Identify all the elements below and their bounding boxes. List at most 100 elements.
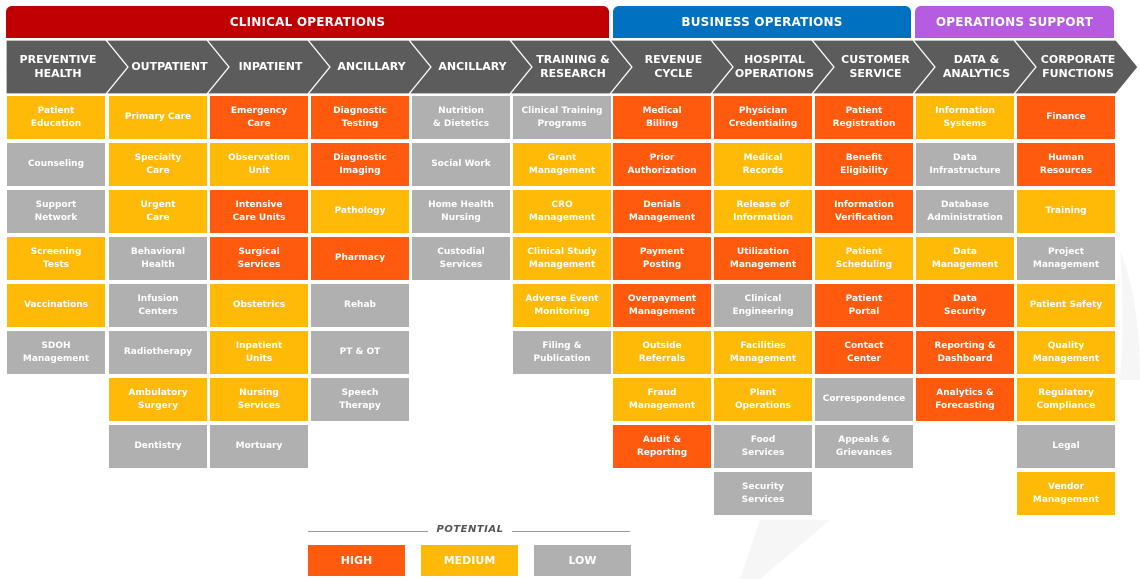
capability-tile: Finance — [1017, 96, 1115, 139]
capability-tile: Denials Management — [613, 190, 711, 233]
capability-tile: Intensive Care Units — [210, 190, 308, 233]
capability-tile: Screening Tests — [7, 237, 105, 280]
group-header-business-operations: BUSINESS OPERATIONS — [613, 6, 911, 38]
capability-tile: SDOH Management — [7, 331, 105, 374]
capability-tile: Analytics & Forecasting — [916, 378, 1014, 421]
legend-medium: MEDIUM — [421, 545, 518, 576]
capability-tile: Patient Portal — [815, 284, 913, 327]
legend-divider-right — [512, 531, 630, 532]
capability-tile: Plant Operations — [714, 378, 812, 421]
capability-tile: Human Resources — [1017, 143, 1115, 186]
capability-tile: PT & OT — [311, 331, 409, 374]
legend-title: POTENTIAL — [436, 524, 504, 535]
capability-tile: Clinical Engineering — [714, 284, 812, 327]
legend-label: LOW — [568, 554, 597, 567]
capability-tile: Utilization Management — [714, 237, 812, 280]
capability-tile: Quality Management — [1017, 331, 1115, 374]
capability-tile: Fraud Management — [613, 378, 711, 421]
capability-tile: Contact Center — [815, 331, 913, 374]
capability-tile: Observation Unit — [210, 143, 308, 186]
group-header-clinical-operations: CLINICAL OPERATIONS — [6, 6, 609, 38]
capability-tile: Emergency Care — [210, 96, 308, 139]
capability-tile: Vaccinations — [7, 284, 105, 327]
capability-tile: Primary Care — [109, 96, 207, 139]
capability-tile: Project Management — [1017, 237, 1115, 280]
capability-tile: Appeals & Grievances — [815, 425, 913, 468]
capability-tile: Pharmacy — [311, 237, 409, 280]
stage-title: INPATIENT — [238, 60, 303, 73]
capability-tile: Pathology — [311, 190, 409, 233]
legend-label: HIGH — [340, 554, 373, 567]
capability-tile: Food Services — [714, 425, 812, 468]
capability-tile: Surgical Services — [210, 237, 308, 280]
capability-tile: Medical Billing — [613, 96, 711, 139]
stage-title: OUTPATIENT — [131, 60, 208, 73]
capability-tile: Overpayment Management — [613, 284, 711, 327]
capability-tile: Urgent Care — [109, 190, 207, 233]
legend-high: HIGH — [308, 545, 405, 576]
capability-tile: Correspondence — [815, 378, 913, 421]
capability-tile: Data Management — [916, 237, 1014, 280]
capability-tile: Counseling — [7, 143, 105, 186]
capability-tile: Prior Authorization — [613, 143, 711, 186]
stage-title: DATA & ANALYTICS — [942, 53, 1011, 80]
stage-title: ANCILLARY — [438, 60, 507, 73]
capability-tile: Patient Registration — [815, 96, 913, 139]
stage-title: CORPORATE FUNCTIONS — [1040, 53, 1116, 80]
capability-tile: Information Systems — [916, 96, 1014, 139]
capability-tile: Social Work — [412, 143, 510, 186]
legend-divider-left — [308, 531, 428, 532]
group-header-label: BUSINESS OPERATIONS — [681, 15, 843, 29]
capability-tile: Patient Education — [7, 96, 105, 139]
capability-tile: Vendor Management — [1017, 472, 1115, 515]
capability-tile: Diagnostic Imaging — [311, 143, 409, 186]
capability-tile: Rehab — [311, 284, 409, 327]
capability-tile: Regulatory Compliance — [1017, 378, 1115, 421]
capability-tile: Nutrition & Dietetics — [412, 96, 510, 139]
capability-tile: CRO Management — [513, 190, 611, 233]
stage-title: ANCILLARY — [337, 60, 406, 73]
capability-tile: Database Administration — [916, 190, 1014, 233]
capability-tile: Information Verification — [815, 190, 913, 233]
legend-label: MEDIUM — [443, 554, 496, 567]
capability-tile: Training — [1017, 190, 1115, 233]
capability-tile: Clinical Study Management — [513, 237, 611, 280]
capability-tile: Outside Referrals — [613, 331, 711, 374]
capability-tile: Nursing Services — [210, 378, 308, 421]
capability-tile: Release of Information — [714, 190, 812, 233]
capability-tile: Dentistry — [109, 425, 207, 468]
stage-title: TRAINING & RESEARCH — [536, 53, 610, 80]
capability-tile: Radiotherapy — [109, 331, 207, 374]
capability-tile: Support Network — [7, 190, 105, 233]
stage-title: PREVENTIVE HEALTH — [19, 53, 97, 80]
capability-tile: Security Services — [714, 472, 812, 515]
legend-low: LOW — [534, 545, 631, 576]
capability-tile: Physician Credentialing — [714, 96, 812, 139]
capability-tile: Diagnostic Testing — [311, 96, 409, 139]
capability-tile: Payment Posting — [613, 237, 711, 280]
capability-tile: Adverse Event Monitoring — [513, 284, 611, 327]
capability-tile: Behavioral Health — [109, 237, 207, 280]
capability-tile: Data Infrastructure — [916, 143, 1014, 186]
capability-tile: Reporting & Dashboard — [916, 331, 1014, 374]
capability-tile: Patient Safety — [1017, 284, 1115, 327]
capability-tile: Audit & Reporting — [613, 425, 711, 468]
stage-title: HOSPITAL OPERATIONS — [734, 53, 815, 80]
capability-tile: Infusion Centers — [109, 284, 207, 327]
capability-tile: Custodial Services — [412, 237, 510, 280]
capability-tile: Obstetrics — [210, 284, 308, 327]
capability-tile: Ambulatory Surgery — [109, 378, 207, 421]
group-header-label: OPERATIONS SUPPORT — [935, 15, 1094, 29]
capability-tile: Mortuary — [210, 425, 308, 468]
capability-tile: Benefit Eligibility — [815, 143, 913, 186]
stage-title: REVENUE CYCLE — [644, 53, 703, 80]
capability-tile: Specialty Care — [109, 143, 207, 186]
capability-tile: Facilities Management — [714, 331, 812, 374]
group-header-operations-support: OPERATIONS SUPPORT — [915, 6, 1114, 38]
capability-tile: Patient Scheduling — [815, 237, 913, 280]
capability-tile: Clinical Training Programs — [513, 96, 611, 139]
capability-tile: Legal — [1017, 425, 1115, 468]
stage-title: CUSTOMER SERVICE — [841, 53, 910, 80]
capability-tile: Home Health Nursing — [412, 190, 510, 233]
capability-tile: Filing & Publication — [513, 331, 611, 374]
